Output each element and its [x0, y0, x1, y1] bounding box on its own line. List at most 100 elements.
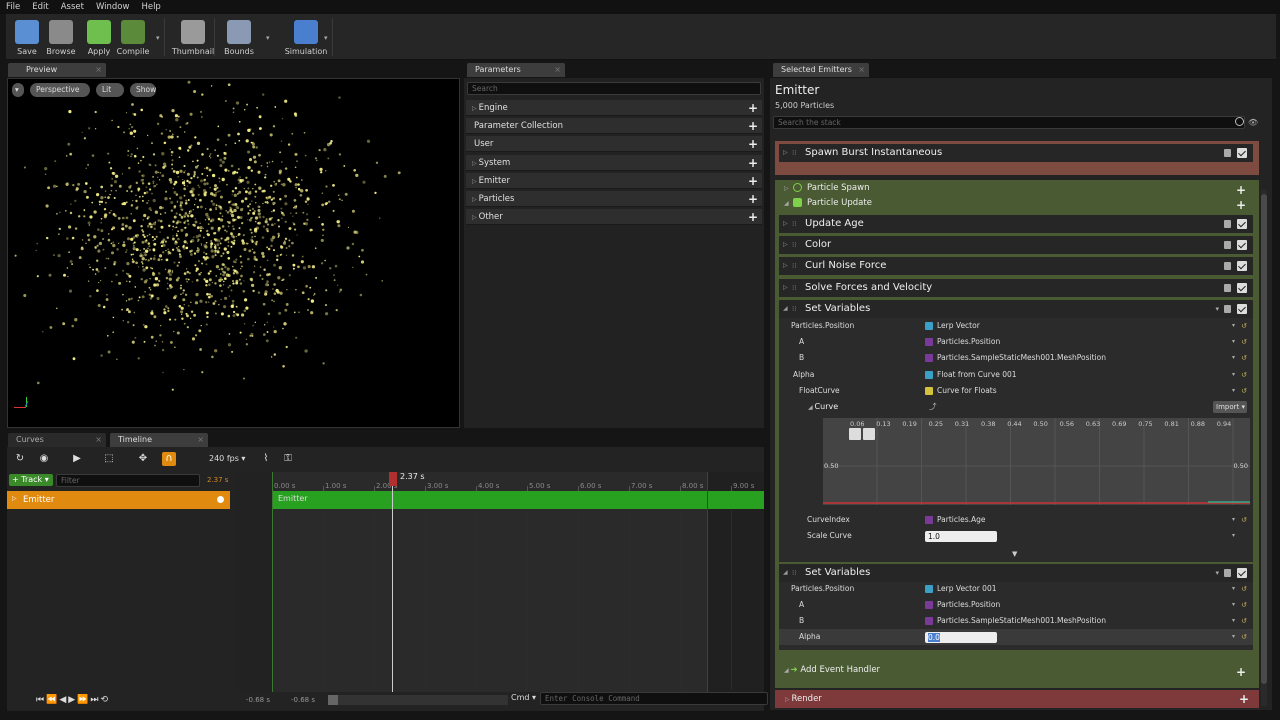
close-icon[interactable]: × — [554, 63, 561, 77]
console-input[interactable]: Enter Console Command — [540, 692, 768, 705]
curve-editor[interactable]: 0.50 0.50 — [823, 418, 1250, 505]
reset-icon[interactable]: ↺ — [1241, 334, 1247, 350]
key-dot-icon[interactable] — [217, 496, 224, 503]
variable-value[interactable]: Particles.SampleStaticMesh001.MeshPositi… — [925, 613, 1106, 629]
thumbnail-button[interactable]: Thumbnail — [172, 16, 214, 58]
range-start-b[interactable]: -0.68 s — [291, 696, 315, 704]
parameter-category-other[interactable]: ▷ Other + — [466, 209, 762, 226]
tab-preview[interactable]: Preview × — [8, 63, 106, 77]
play-icon[interactable]: ▶ — [68, 695, 77, 705]
tab-parameters[interactable]: Parameters × — [467, 63, 565, 77]
drag-handle-icon[interactable]: ⁞⁞ — [792, 279, 796, 297]
add-icon[interactable]: + — [1236, 183, 1246, 197]
menu-item-window[interactable]: Window — [96, 2, 130, 12]
cmd-dropdown[interactable]: Cmd ▾ — [511, 693, 536, 702]
menu-item-edit[interactable]: Edit — [32, 2, 48, 12]
module-set-variables-2[interactable]: ◢ ⁞⁞ Set Variables ▾ — [779, 564, 1253, 582]
close-icon[interactable]: × — [197, 433, 204, 447]
trash-icon[interactable] — [1224, 262, 1231, 270]
module-curl-noise-force[interactable]: ▷ ⁞⁞ Curl Noise Force — [779, 257, 1253, 275]
track-filter-input[interactable]: Filter — [56, 474, 200, 487]
lit-button[interactable]: Lit — [96, 83, 124, 97]
module-update-age[interactable]: ▷ ⁞⁞ Update Age — [779, 215, 1253, 233]
dropdown-icon[interactable]: ▾ — [1232, 597, 1235, 613]
variable-value[interactable]: Float from Curve 001 — [925, 367, 1017, 383]
expand-more-icon[interactable]: ▼ — [1012, 550, 1017, 558]
expand-icon[interactable]: ▷ — [783, 257, 788, 275]
end-marker[interactable] — [707, 472, 708, 692]
snap-magnet-icon[interactable]: ∩ — [162, 452, 176, 466]
transform-icon[interactable]: ✥ — [136, 452, 150, 466]
enable-checkbox[interactable] — [1237, 283, 1247, 293]
variable-value[interactable]: Particles.Position — [925, 334, 1000, 350]
module-color[interactable]: ▷ ⁞⁞ Color — [779, 236, 1253, 254]
module-solve-forces-and-velocity[interactable]: ▷ ⁞⁞ Solve Forces and Velocity — [779, 279, 1253, 297]
eye-icon[interactable]: 👁 — [1248, 118, 1258, 127]
module-spawn-burst[interactable]: ▷ ⁞⁞ Spawn Burst Instantaneous — [779, 144, 1253, 162]
reset-icon[interactable]: ↺ — [1241, 512, 1247, 528]
dropdown-icon[interactable]: ▾ — [1232, 350, 1235, 366]
tab-selected-emitters[interactable]: Selected Emitters × — [773, 63, 869, 77]
render-group[interactable]: ▷ Render + — [775, 690, 1259, 708]
add-track-button[interactable]: + Track ▾ — [9, 474, 53, 486]
add-icon[interactable]: + — [748, 209, 758, 225]
variable-value[interactable]: Lerp Vector — [925, 318, 980, 334]
simulation-button[interactable]: Simulation — [282, 16, 330, 58]
drag-handle-icon[interactable]: ⁞⁞ — [792, 300, 796, 318]
enable-checkbox[interactable] — [1237, 568, 1247, 578]
trash-icon[interactable] — [1224, 284, 1231, 292]
parameter-category-emitter[interactable]: ▷ Emitter + — [466, 172, 762, 189]
add-icon[interactable]: + — [748, 173, 758, 189]
transport-controls[interactable]: ⏮⏪◀▶⏩⏭⟲ — [36, 694, 206, 706]
add-icon[interactable]: + — [748, 118, 758, 134]
import-button[interactable]: Import ▾ — [1213, 401, 1247, 413]
add-icon[interactable]: + — [748, 100, 758, 116]
variable-value[interactable]: Particles.SampleStaticMesh001.MeshPositi… — [925, 350, 1106, 366]
add-icon[interactable]: + — [748, 191, 758, 207]
apply-button[interactable]: Apply — [82, 16, 116, 58]
reset-icon[interactable]: ↺ — [1241, 367, 1247, 383]
reset-icon[interactable]: ↺ — [1241, 613, 1247, 629]
close-icon[interactable]: × — [858, 63, 865, 77]
dropdown-icon[interactable]: ▾ — [1232, 581, 1235, 597]
preview-viewport[interactable]: ▾ Perspective Lit Show — [7, 78, 460, 428]
drag-handle-icon[interactable]: ⁞⁞ — [792, 236, 796, 254]
reset-icon[interactable]: ↺ — [1241, 581, 1247, 597]
expand-icon[interactable]: ▷ — [783, 279, 788, 297]
close-icon[interactable]: × — [95, 63, 102, 77]
trash-icon[interactable] — [1224, 241, 1231, 249]
close-icon[interactable]: × — [95, 433, 102, 447]
variable-value[interactable]: Curve for Floats — [925, 383, 997, 399]
restart-icon[interactable]: ↻ — [13, 452, 27, 466]
step-back-icon[interactable]: ⏪ — [46, 695, 59, 705]
drag-handle-icon[interactable]: ⁞⁞ — [792, 215, 796, 233]
menu-item-asset[interactable]: Asset — [61, 2, 84, 12]
dropdown-icon[interactable]: ▾ — [1215, 300, 1219, 318]
drag-handle-icon[interactable]: ⁞⁞ — [792, 144, 796, 162]
add-icon[interactable]: + — [1236, 665, 1246, 679]
range-start-a[interactable]: -0.68 s — [246, 696, 270, 704]
expand-icon[interactable]: ▷ — [472, 160, 477, 167]
fps-dropdown[interactable]: 240 fps ▾ — [209, 454, 245, 463]
add-icon[interactable]: + — [1239, 690, 1249, 708]
reset-icon[interactable]: ↺ — [1241, 350, 1247, 366]
variable-value[interactable]: Lerp Vector 001 — [925, 581, 997, 597]
enable-checkbox[interactable] — [1237, 261, 1247, 271]
dropdown-icon[interactable]: ▾ — [1232, 334, 1235, 350]
jump-end-icon[interactable]: ⏭ — [90, 695, 100, 705]
collapse-icon[interactable]: ◢ — [783, 564, 788, 582]
menu-item-help[interactable]: Help — [141, 2, 160, 12]
drag-handle-icon[interactable]: ⁞⁞ — [792, 257, 796, 275]
scale-curve-input[interactable]: 1.0 — [925, 531, 997, 542]
reset-icon[interactable]: ↺ — [1241, 629, 1247, 645]
curve-tool-icon[interactable]: ⌇ — [259, 452, 273, 466]
lock-icon[interactable]: ⚿ — [281, 452, 295, 466]
expand-icon[interactable]: ▷ — [783, 144, 788, 162]
compile-button[interactable]: Compile — [116, 16, 150, 58]
dropdown-icon[interactable]: ▾ — [1232, 367, 1235, 383]
eye-icon[interactable]: ◉ — [37, 452, 51, 466]
jump-start-icon[interactable]: ⏮ — [36, 695, 46, 705]
dropdown-icon[interactable]: ▾ — [1232, 383, 1235, 399]
add-icon[interactable]: + — [748, 136, 758, 152]
alpha-input[interactable]: 0.0 — [925, 632, 997, 643]
